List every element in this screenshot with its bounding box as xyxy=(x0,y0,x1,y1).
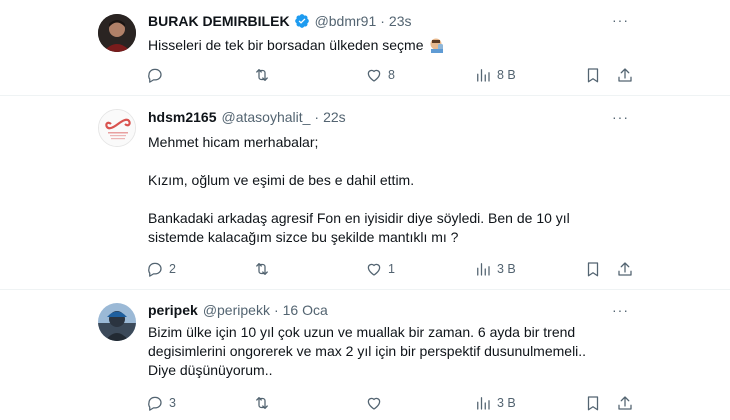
reply-icon xyxy=(148,396,162,411)
avatar-peripek[interactable] xyxy=(98,303,136,341)
author-handle[interactable]: @peripekk xyxy=(203,302,270,318)
reply-button[interactable]: 2 xyxy=(146,260,176,278)
retweet-icon xyxy=(256,69,268,81)
retweet-icon xyxy=(256,397,268,409)
author-name[interactable]: hdsm2165 xyxy=(148,109,216,125)
share-button[interactable] xyxy=(616,66,634,84)
timestamp[interactable]: 23s xyxy=(389,13,412,29)
timestamp[interactable]: 16 Oca xyxy=(283,302,328,318)
retweet-button[interactable] xyxy=(253,66,276,84)
tweet-3[interactable]: peripek @peripekk · 16 Oca ··· Bizim ülk… xyxy=(0,291,730,420)
share-button[interactable] xyxy=(616,260,634,278)
separator-dot: · xyxy=(380,13,385,29)
heart-icon xyxy=(367,69,381,82)
view-count: 3 B xyxy=(497,262,516,276)
views-button[interactable]: 3 B xyxy=(474,260,516,278)
reply-count: 2 xyxy=(169,262,176,276)
tweet-text-content: Hisseleri de tek bir borsadan ülkeden se… xyxy=(148,37,424,53)
reply-count: 3 xyxy=(169,396,176,410)
author-name[interactable]: BURAK DEMIRBILEK xyxy=(148,13,290,29)
tweet-text: Bizim ülke için 10 yıl çok uzun ve muall… xyxy=(148,324,587,378)
views-button[interactable]: 8 B xyxy=(474,66,516,84)
separator-dot: · xyxy=(273,302,279,318)
separator-dot: · xyxy=(314,109,320,125)
tweet-actions: 3 3 B xyxy=(146,394,636,414)
heart-icon xyxy=(367,263,381,276)
like-button[interactable]: 8 xyxy=(365,66,395,84)
reply-icon xyxy=(148,68,162,83)
views-icon xyxy=(477,397,490,410)
bookmark-button[interactable] xyxy=(584,394,602,412)
more-options-button[interactable]: ··· xyxy=(612,302,629,318)
bookmark-button[interactable] xyxy=(584,260,602,278)
tweet-header: BURAK DEMIRBILEK @bdmr91 · 23s xyxy=(148,13,412,29)
author-name[interactable]: peripek xyxy=(148,302,198,318)
heart-icon xyxy=(367,397,381,410)
tweet-header: peripek @peripekk · 16 Oca xyxy=(148,302,328,318)
retweet-button[interactable] xyxy=(253,260,276,278)
avatar-burak[interactable] xyxy=(98,14,136,52)
share-button[interactable] xyxy=(616,394,634,412)
bookmark-icon xyxy=(587,396,599,411)
like-button[interactable] xyxy=(365,394,388,412)
tweet-text: Mehmet hicam merhabalar; Kızım, oğlum ve… xyxy=(148,134,570,245)
like-button[interactable]: 1 xyxy=(365,260,395,278)
bookmark-button[interactable] xyxy=(584,66,602,84)
tweet-actions: 8 8 B xyxy=(146,66,636,86)
avatar-hdsm2165[interactable] xyxy=(98,109,136,147)
like-count: 8 xyxy=(388,68,395,82)
tweet-1[interactable]: BURAK DEMIRBILEK @bdmr91 · 23s ··· Hisse… xyxy=(0,0,730,96)
like-count: 1 xyxy=(388,262,395,276)
timestamp[interactable]: 22s xyxy=(323,109,346,125)
share-icon xyxy=(618,262,632,276)
views-icon xyxy=(477,69,490,82)
tweet-header: hdsm2165 @atasoyhalit_ · 22s xyxy=(148,109,346,125)
views-icon xyxy=(477,263,490,276)
bookmark-icon xyxy=(587,262,599,277)
reply-button[interactable] xyxy=(146,66,169,84)
reply-button[interactable]: 3 xyxy=(146,394,176,412)
more-options-button[interactable]: ··· xyxy=(612,12,629,28)
tweet-2[interactable]: hdsm2165 @atasoyhalit_ · 22s ··· Mehmet … xyxy=(0,97,730,290)
view-count: 8 B xyxy=(497,68,516,82)
views-button[interactable]: 3 B xyxy=(474,394,516,412)
more-options-button[interactable]: ··· xyxy=(612,109,629,125)
tweet-text: Hisseleri de tek bir borsadan ülkeden se… xyxy=(148,36,618,55)
verified-badge-icon xyxy=(294,14,309,28)
facepalm-emoji-icon xyxy=(430,38,444,53)
share-icon xyxy=(618,68,632,82)
share-icon xyxy=(618,396,632,410)
retweet-icon xyxy=(256,263,268,275)
view-count: 3 B xyxy=(497,396,516,410)
author-handle[interactable]: @bdmr91 xyxy=(315,13,377,29)
retweet-button[interactable] xyxy=(253,394,276,412)
reply-icon xyxy=(148,262,162,277)
author-handle[interactable]: @atasoyhalit_ xyxy=(221,109,310,125)
tweet-actions: 2 1 3 B xyxy=(146,260,636,280)
bookmark-icon xyxy=(587,68,599,83)
